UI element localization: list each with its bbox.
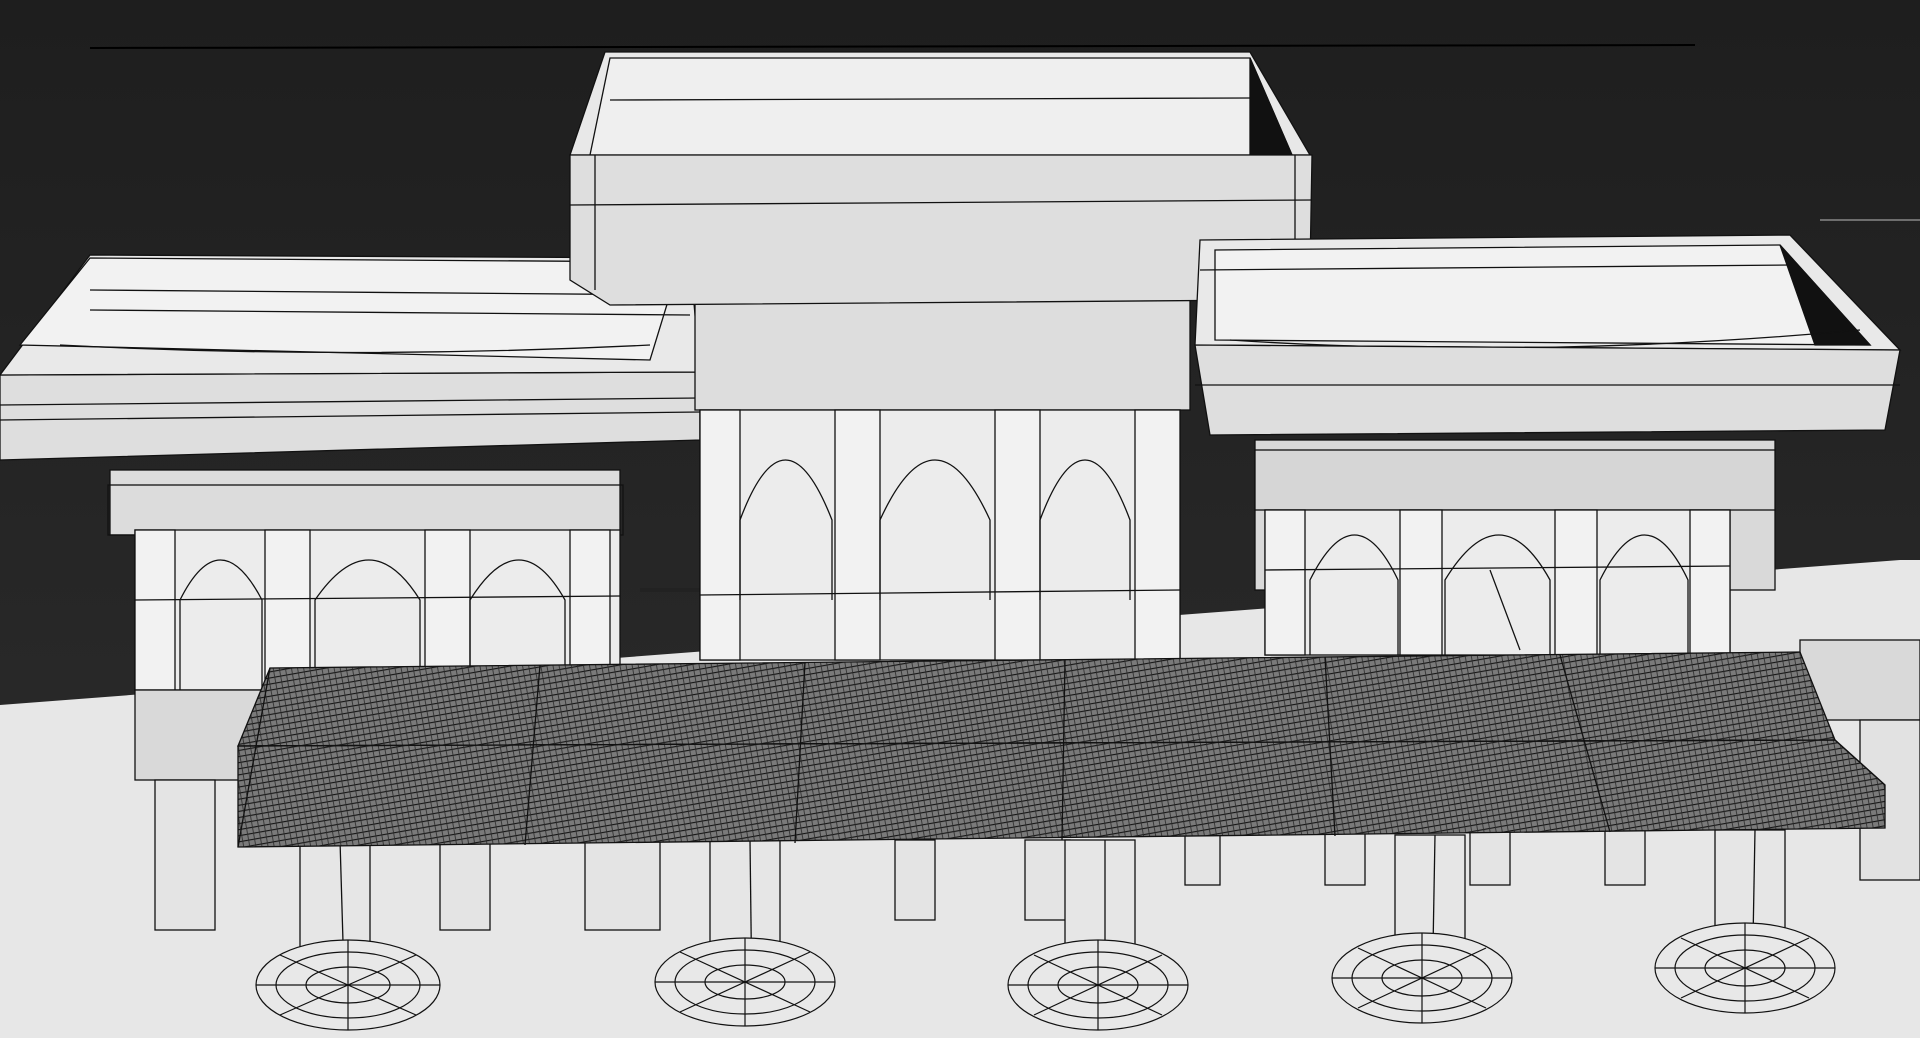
base-disc-1: [255, 939, 441, 1031]
table-front-face: [237, 739, 1886, 848]
table-top-surface: [237, 651, 1836, 747]
base-disc-3: [1007, 939, 1189, 1031]
wireframe-scene[interactable]: [0, 0, 1920, 1038]
base-disc-4: [1331, 932, 1513, 1024]
3d-viewport[interactable]: [0, 0, 1920, 1038]
base-disc-5: [1654, 922, 1836, 1014]
base-disc-2: [654, 937, 836, 1027]
